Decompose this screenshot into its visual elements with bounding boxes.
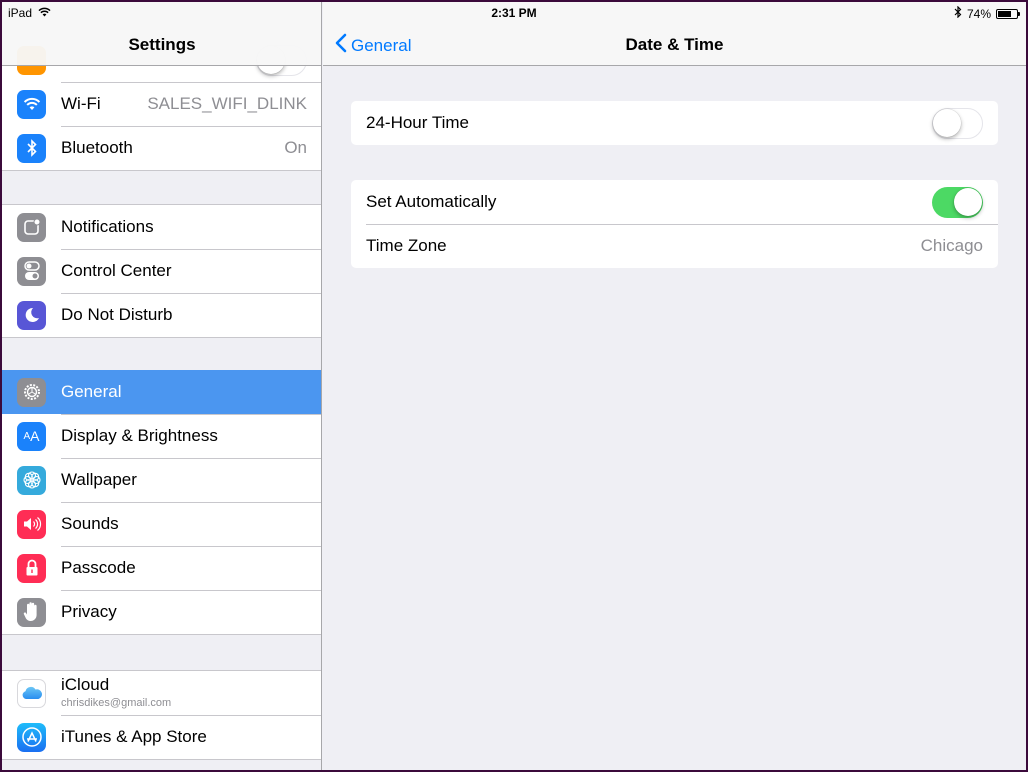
lock-icon <box>17 553 46 583</box>
sidebar-item-do-not-disturb[interactable]: Do Not Disturb <box>2 293 321 337</box>
wifi-icon <box>17 89 46 119</box>
bluetooth-icon <box>17 133 46 163</box>
speaker-icon <box>17 509 46 539</box>
sidebar-item-control-center[interactable]: Control Center <box>2 249 321 293</box>
control-center-icon <box>17 256 46 286</box>
ipad-screen: iPad 2:31 PM 74% Settings Wi-Fi SALES_WI… <box>2 2 1026 770</box>
hand-icon <box>17 597 46 627</box>
sidebar-item-icloud[interactable]: iCloud chrisdikes@gmail.com <box>2 671 321 715</box>
sidebar-item-label: iTunes & App Store <box>61 727 207 746</box>
status-bar: iPad 2:31 PM 74% <box>2 2 1026 24</box>
bluetooth-status-value: On <box>284 138 307 157</box>
time-zone-value: Chicago <box>920 236 983 255</box>
icloud-account-email: chrisdikes@gmail.com <box>61 697 172 709</box>
wifi-network-value: SALES_WIFI_DLINK <box>147 94 307 113</box>
sidebar-item-sounds[interactable]: Sounds <box>2 502 321 546</box>
section-set-automatically: Set Automatically Time Zone Chicago <box>351 180 998 268</box>
date-time-detail: General Date & Time 24-Hour Time Set Aut… <box>323 2 1026 770</box>
sidebar-item-notifications[interactable]: Notifications <box>2 205 321 249</box>
sidebar-item-passcode[interactable]: Passcode <box>2 546 321 590</box>
gear-icon <box>17 377 46 407</box>
sidebar-group-general: General AA Display & Brightness Wallpape… <box>2 370 321 635</box>
page-title: Date & Time <box>625 35 724 54</box>
row-label: 24-Hour Time <box>366 113 469 132</box>
sidebar-item-label: Control Center <box>61 261 172 280</box>
sidebar-item-label: Passcode <box>61 558 136 577</box>
sidebar-item-label: Notifications <box>61 217 154 236</box>
bluetooth-status-icon <box>954 5 962 21</box>
row-time-zone[interactable]: Time Zone Chicago <box>351 224 998 268</box>
sidebar-item-label: Wallpaper <box>61 470 137 489</box>
sidebar-title: Settings <box>128 35 196 54</box>
battery-fill <box>998 10 1012 17</box>
section-24-hour: 24-Hour Time <box>351 101 998 145</box>
sidebar-group-accounts: iCloud chrisdikes@gmail.com iTunes & App… <box>2 670 321 760</box>
display-brightness-icon: AA <box>17 421 46 451</box>
row-set-automatically: Set Automatically <box>351 180 998 224</box>
moon-icon <box>17 300 46 330</box>
set-automatically-toggle[interactable] <box>932 186 983 218</box>
icloud-icon <box>17 678 46 708</box>
sidebar-item-label: General <box>61 382 122 401</box>
row-label: Set Automatically <box>366 192 497 211</box>
wallpaper-icon <box>17 465 46 495</box>
sidebar-item-label: Display & Brightness <box>61 426 218 445</box>
sidebar-item-label: Sounds <box>61 514 119 533</box>
settings-sidebar: Settings Wi-Fi SALES_WIFI_DLINK Bluetoot… <box>2 2 322 770</box>
app-store-icon <box>17 722 46 752</box>
sidebar-item-wallpaper[interactable]: Wallpaper <box>2 458 321 502</box>
sidebar-item-bluetooth[interactable]: Bluetooth On <box>2 126 321 170</box>
sidebar-item-label: iCloud <box>61 675 110 694</box>
status-time: 2:31 PM <box>491 6 537 20</box>
sidebar-item-privacy[interactable]: Privacy <box>2 590 321 634</box>
notifications-icon <box>17 212 46 242</box>
row-label: Time Zone <box>366 236 447 255</box>
sidebar-item-wifi[interactable]: Wi-Fi SALES_WIFI_DLINK <box>2 82 321 126</box>
sidebar-item-label: Do Not Disturb <box>61 305 173 324</box>
battery-icon <box>996 8 1020 19</box>
sidebar-item-display-brightness[interactable]: AA Display & Brightness <box>2 414 321 458</box>
24-hour-time-toggle[interactable] <box>932 107 983 139</box>
row-24-hour-time: 24-Hour Time <box>351 101 998 145</box>
toggle-knob <box>953 188 982 216</box>
sidebar-item-label: Bluetooth <box>61 138 133 157</box>
sidebar-item-itunes-app-store[interactable]: iTunes & App Store <box>2 715 321 759</box>
sidebar-group-notifications: Notifications Control Center Do Not Dist… <box>2 204 321 338</box>
battery-percent: 74% <box>966 6 991 21</box>
sidebar-item-label: Privacy <box>61 602 117 621</box>
sidebar-item-label: Wi-Fi <box>61 94 101 113</box>
sidebar-item-general[interactable]: General <box>2 370 321 414</box>
toggle-knob <box>933 108 961 137</box>
